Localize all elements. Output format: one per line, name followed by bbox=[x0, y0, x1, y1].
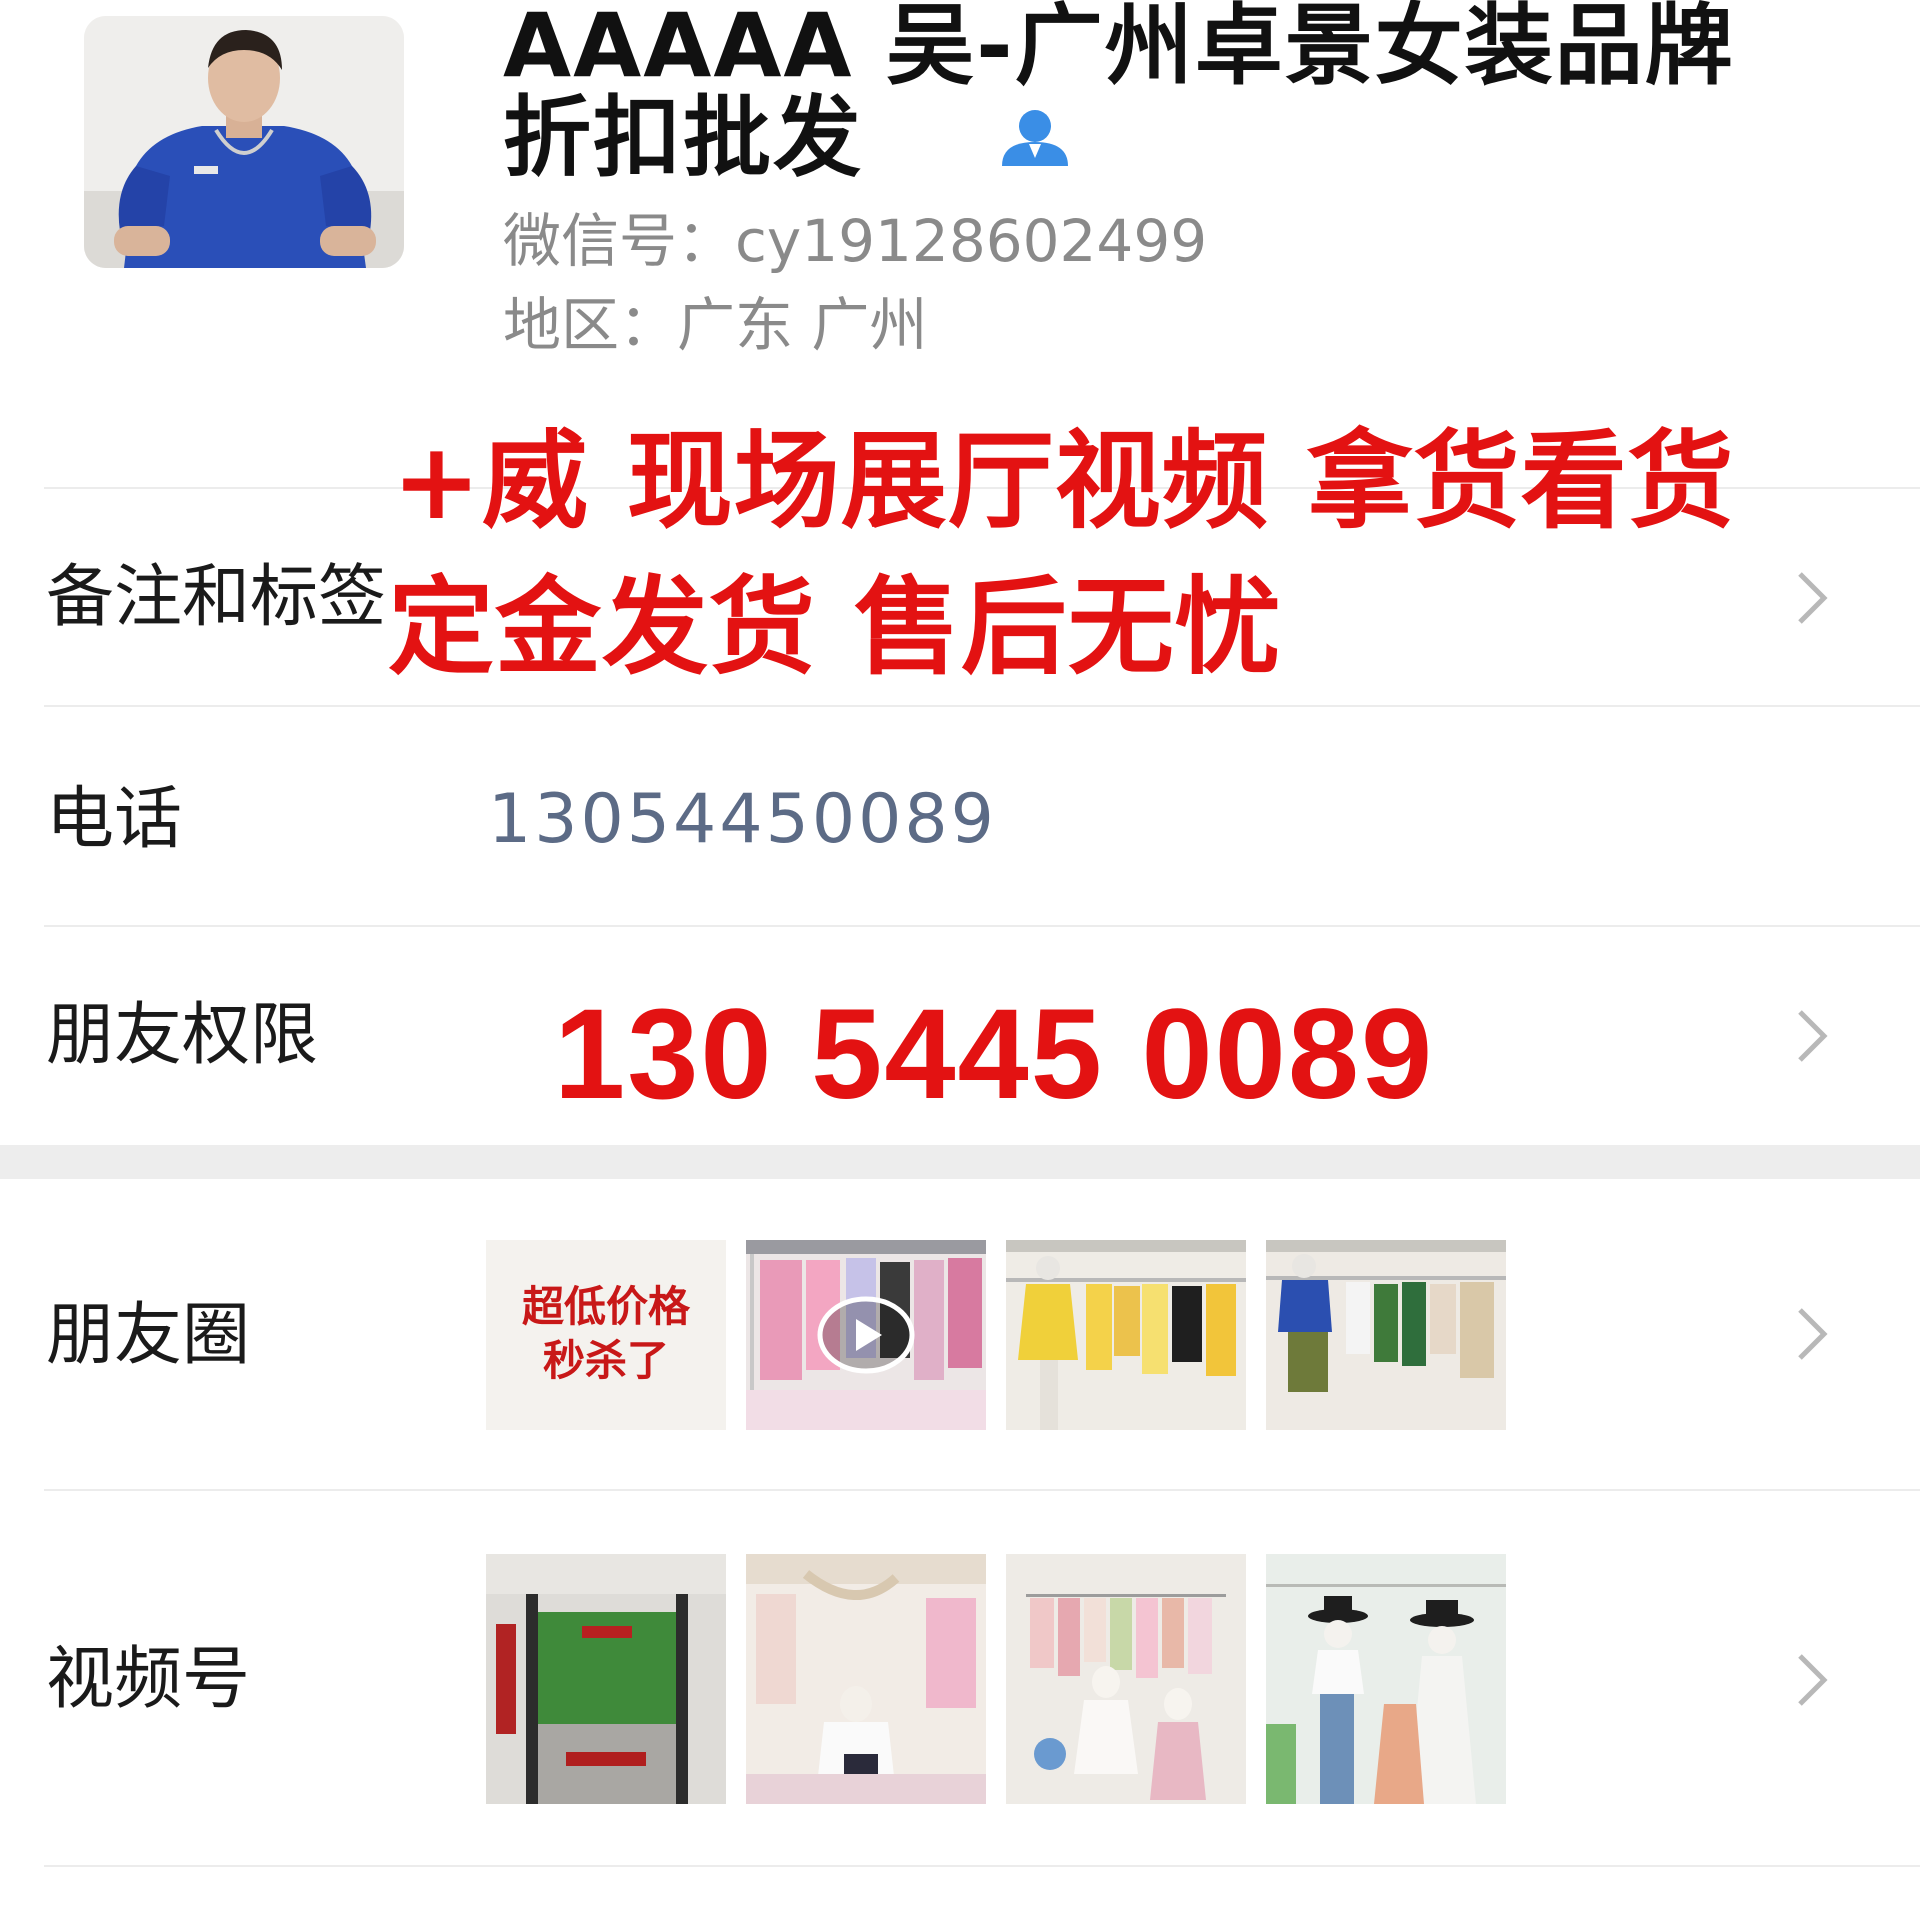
person-icon bbox=[996, 106, 1074, 166]
remarks-label: 备注和标签 bbox=[46, 558, 387, 637]
promo-text-line2: 定金发货 售后无忧 bbox=[388, 566, 1282, 689]
channels-thumb-display[interactable] bbox=[746, 1554, 986, 1804]
wechat-id: 微信号：cy19128602499 bbox=[503, 207, 1208, 275]
avatar[interactable] bbox=[84, 16, 404, 268]
chevron-right-icon bbox=[1798, 1010, 1828, 1062]
phone-number-link[interactable]: 13054450089 bbox=[488, 780, 997, 860]
region: 地区：广东 广州 bbox=[503, 291, 928, 359]
divider bbox=[44, 1865, 1920, 1867]
moments-thumb-video[interactable] bbox=[746, 1240, 986, 1430]
permissions-label: 朋友权限 bbox=[46, 996, 319, 1075]
avatar-photo bbox=[84, 16, 404, 268]
moments-thumb-yellow[interactable] bbox=[1006, 1240, 1246, 1430]
phone-label: 电话 bbox=[46, 780, 183, 859]
sale-text-line2: 秒杀了 bbox=[542, 1336, 669, 1385]
contact-nickname: AAAAA 吴-广州卓景女装品牌 bbox=[503, 0, 1735, 97]
chevron-right-icon bbox=[1798, 572, 1828, 624]
moments-thumb-sale[interactable]: 超低价格 秒杀了 bbox=[486, 1240, 726, 1430]
section-gap bbox=[0, 1145, 1920, 1179]
chevron-right-icon bbox=[1798, 1654, 1828, 1706]
channels-label: 视频号 bbox=[46, 1640, 251, 1719]
channels-thumb-showroom-entrance[interactable] bbox=[486, 1554, 726, 1804]
promo-text-line1: +威 现场展厅视频 拿货看货 bbox=[392, 420, 1735, 543]
contact-nickname-line2: 折扣批发 bbox=[503, 86, 864, 189]
channels-thumb-hats[interactable] bbox=[1266, 1554, 1506, 1804]
promo-phone-number: 130 5445 0089 bbox=[554, 983, 1435, 1126]
channels-thumb-mannequin[interactable] bbox=[1006, 1554, 1246, 1804]
moments-label: 朋友圈 bbox=[46, 1296, 251, 1375]
play-icon[interactable] bbox=[816, 1295, 916, 1375]
sale-text-line1: 超低价格 bbox=[521, 1282, 690, 1331]
moments-thumb-green[interactable] bbox=[1266, 1240, 1506, 1430]
chevron-right-icon bbox=[1798, 1308, 1828, 1360]
